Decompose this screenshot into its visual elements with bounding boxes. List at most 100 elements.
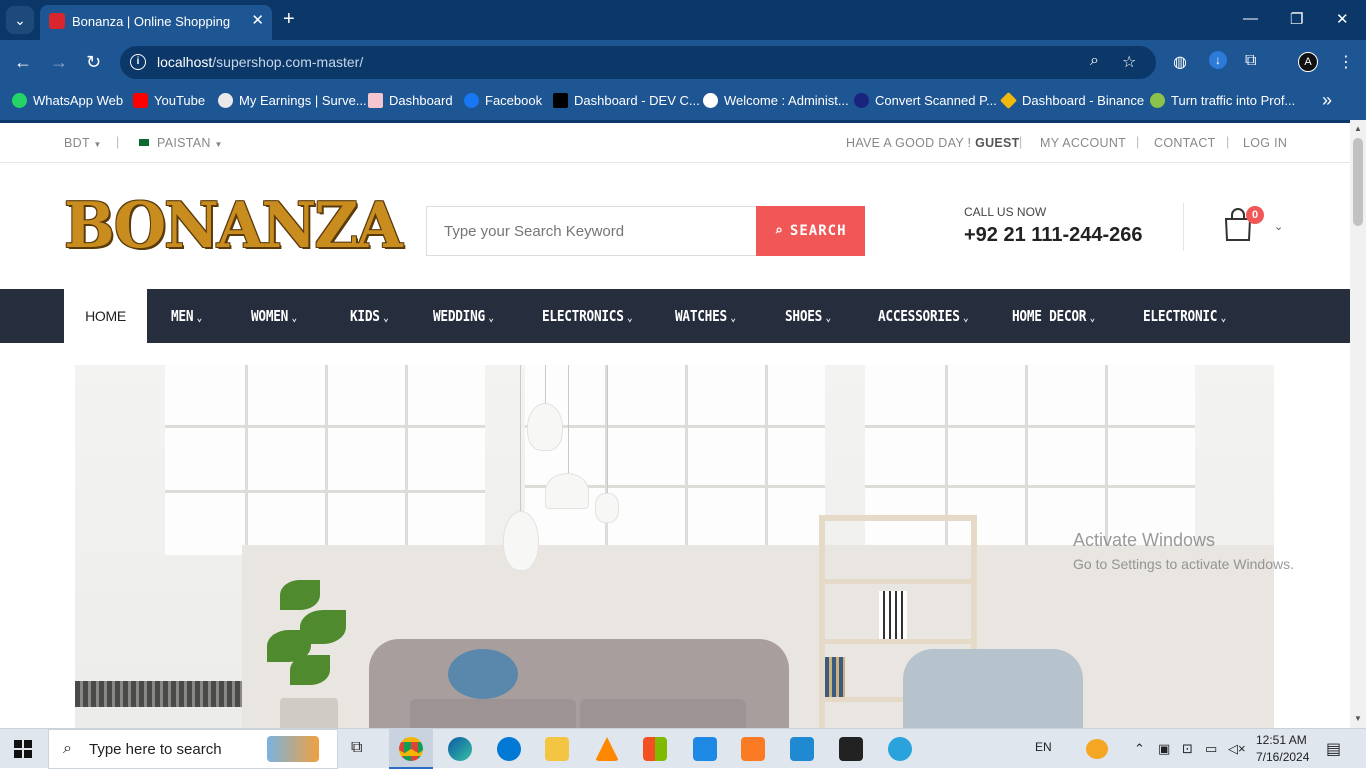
- chevron-down-icon: ⌄: [825, 311, 832, 324]
- address-bar[interactable]: i localhost/supershop.com-master/ ⌕ ☆: [120, 46, 1156, 79]
- active-tab[interactable]: Bonanza | Online Shopping ✕: [40, 5, 272, 40]
- back-arrow-icon[interactable]: ←: [14, 52, 32, 73]
- forward-arrow-icon[interactable]: →: [50, 52, 68, 73]
- extensions-puzzle-icon[interactable]: ⧉: [1245, 52, 1256, 70]
- clock-time[interactable]: 12:51 AM: [1256, 733, 1307, 747]
- nav-home-decor[interactable]: HOME DECOR ⌄: [1012, 289, 1095, 343]
- bookmark-binance[interactable]: Dashboard - Binance: [1000, 92, 1144, 109]
- site-info-icon[interactable]: i: [130, 54, 146, 70]
- site-logo[interactable]: BONANZA: [64, 189, 403, 263]
- mullion-decor: [685, 365, 688, 545]
- country-selector[interactable]: PAISTAN ▼: [139, 136, 223, 150]
- taskbar-search-text: Type here to search: [89, 741, 222, 758]
- bookmark-earnings[interactable]: My Earnings | Surve...: [218, 93, 367, 108]
- new-tab-plus-icon[interactable]: +: [283, 8, 295, 30]
- windows-start-icon[interactable]: [14, 740, 32, 758]
- chevron-down-icon: ⌄: [730, 311, 736, 324]
- nav-shoes[interactable]: SHOES ⌄: [785, 289, 831, 343]
- bookmark-star-icon[interactable]: ☆: [1122, 52, 1136, 72]
- menu-kebab-icon[interactable]: ⋮: [1338, 52, 1354, 72]
- contact-link[interactable]: CONTACT: [1154, 136, 1216, 150]
- greeting-text: HAVE A GOOD DAY ! GUEST: [846, 136, 1020, 150]
- scroll-thumb[interactable]: [1353, 138, 1363, 226]
- currency-selector[interactable]: BDT ▼: [64, 136, 102, 150]
- zoom-icon[interactable]: ⌕: [1090, 52, 1099, 70]
- chevron-down-icon[interactable]: ⌄: [1274, 220, 1283, 233]
- nav-men[interactable]: MEN ⌄: [171, 289, 202, 343]
- bookmark-whatsapp[interactable]: WhatsApp Web: [12, 93, 123, 108]
- tray-chevron-up-icon[interactable]: ⌃: [1134, 741, 1145, 757]
- bookmark-convert[interactable]: Convert Scanned P...: [854, 93, 997, 108]
- chevron-down-icon: ⌄: [1220, 311, 1227, 324]
- bookmarks-more-chevron-icon[interactable]: »: [1322, 90, 1332, 111]
- search-icon: ⌕: [63, 740, 72, 757]
- chrome-icon[interactable]: [399, 737, 423, 761]
- window-close-icon[interactable]: ✕: [1336, 10, 1349, 28]
- activate-windows-title: Activate Windows: [1073, 530, 1216, 550]
- notification-icon[interactable]: ▤: [1326, 739, 1341, 759]
- scroll-up-arrow-icon[interactable]: ▲: [1354, 124, 1362, 133]
- clock-date[interactable]: 7/16/2024: [1256, 750, 1309, 764]
- vlc-icon[interactable]: [595, 737, 619, 761]
- skype-icon[interactable]: [497, 737, 521, 761]
- search-input[interactable]: [426, 206, 756, 256]
- terminal-icon[interactable]: [839, 737, 863, 761]
- translate-globe-icon[interactable]: ◍: [1173, 52, 1187, 72]
- reload-icon[interactable]: ↻: [86, 52, 101, 73]
- xampp-icon[interactable]: [741, 737, 765, 761]
- nav-women[interactable]: WOMEN ⌄: [251, 289, 297, 343]
- bookmark-admin[interactable]: Welcome : Administ...: [703, 93, 849, 108]
- separator: |: [116, 135, 120, 149]
- page-scrollbar[interactable]: ▲ ▼: [1350, 120, 1366, 728]
- earnings-icon: [218, 93, 233, 108]
- tab-close-icon[interactable]: ✕: [251, 11, 264, 29]
- language-indicator[interactable]: EN: [1035, 740, 1052, 754]
- bookmark-facebook[interactable]: Facebook: [464, 93, 542, 108]
- weather-icon[interactable]: [1086, 739, 1108, 759]
- bookmark-dev[interactable]: Dashboard - DEV C...: [553, 93, 700, 108]
- lamp-cord: [520, 365, 521, 515]
- store-icon[interactable]: [643, 737, 667, 761]
- battery-icon[interactable]: ▭: [1205, 741, 1217, 757]
- restore-icon[interactable]: ❐: [1290, 10, 1303, 28]
- search-button[interactable]: ⌕ SEARCH: [756, 206, 865, 256]
- bookmark-youtube[interactable]: YouTube: [133, 93, 205, 108]
- radiator-decor: [75, 681, 242, 707]
- task-view-icon[interactable]: ⧉: [351, 739, 362, 757]
- scroll-down-arrow-icon[interactable]: ▼: [1354, 714, 1362, 723]
- edge-icon[interactable]: [448, 737, 472, 761]
- bookmark-traffic[interactable]: Turn traffic into Prof...: [1150, 93, 1295, 108]
- tab-favicon-icon: [49, 13, 65, 29]
- download-icon[interactable]: ↓: [1209, 51, 1227, 69]
- bookmark-dashboard[interactable]: Dashboard: [368, 93, 453, 108]
- display-icon[interactable]: ⊡: [1182, 741, 1193, 757]
- meet-icon[interactable]: ▣: [1158, 741, 1170, 757]
- nav-accessories[interactable]: ACCESSORIES ⌄: [878, 289, 969, 343]
- facebook-icon: [464, 93, 479, 108]
- nav-electronics[interactable]: ELECTRONICS ⌄: [542, 289, 633, 343]
- nav-watches[interactable]: WATCHES ⌄: [675, 289, 736, 343]
- nav-kids[interactable]: KIDS ⌄: [350, 289, 389, 343]
- separator: |: [1226, 135, 1230, 149]
- file-explorer-icon[interactable]: [545, 737, 569, 761]
- url-text[interactable]: localhost/supershop.com-master/: [157, 54, 363, 70]
- minimize-icon[interactable]: —: [1243, 10, 1258, 27]
- nav-wedding[interactable]: WEDDING ⌄: [433, 289, 494, 343]
- mullion-decor: [865, 485, 1195, 488]
- telegram-icon[interactable]: [888, 737, 912, 761]
- my-account-link[interactable]: MY ACCOUNT: [1040, 136, 1126, 150]
- mullion-decor: [765, 365, 768, 545]
- tab-search-button[interactable]: ⌄: [6, 6, 34, 34]
- login-link[interactable]: LOG IN: [1243, 136, 1287, 150]
- mail-icon[interactable]: [693, 737, 717, 761]
- nav-electronic[interactable]: ELECTRONIC ⌄: [1143, 289, 1226, 343]
- divider: [1183, 203, 1184, 251]
- profile-avatar[interactable]: A: [1298, 52, 1318, 72]
- nav-home[interactable]: HOME: [64, 289, 147, 343]
- volume-muted-icon[interactable]: ◁×: [1228, 741, 1246, 757]
- chevron-down-icon: ⌄: [1089, 311, 1096, 324]
- globe-icon: [703, 93, 718, 108]
- vscode-icon[interactable]: [790, 737, 814, 761]
- mullion-decor: [525, 425, 825, 428]
- taskbar-search-box[interactable]: ⌕ Type here to search: [48, 729, 338, 769]
